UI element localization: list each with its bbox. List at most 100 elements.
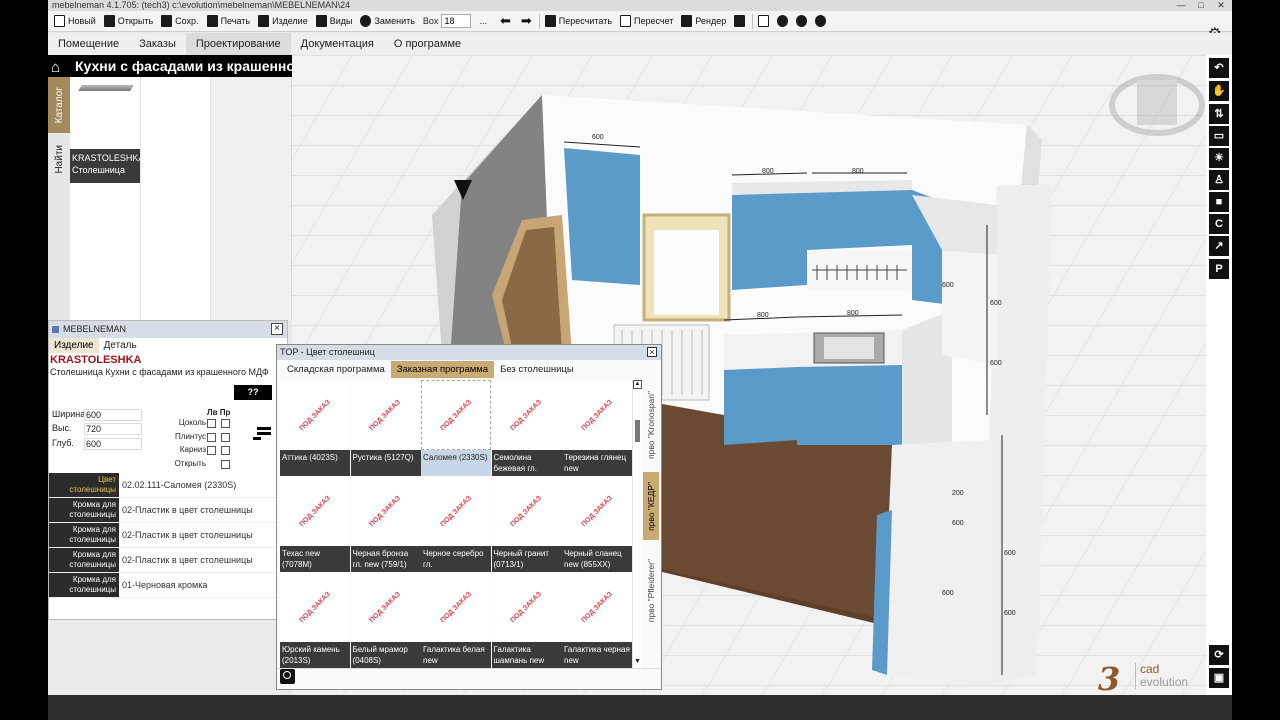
menu-bar: Помещение Заказы Проектирование Документ… xyxy=(48,33,1232,55)
open-checkbox[interactable] xyxy=(221,460,230,469)
property-row[interactable]: Кромка для столешницы 02-Пластик в цвет … xyxy=(49,548,287,573)
save-button[interactable]: Сохр. xyxy=(158,12,203,31)
skirting-right-checkbox[interactable] xyxy=(221,433,230,442)
search-icon[interactable] xyxy=(280,669,295,684)
undo-icon[interactable]: ↶ xyxy=(1209,58,1229,78)
open-button[interactable]: Открыть xyxy=(101,12,158,31)
color-tile[interactable]: ПОД ЗАКАЗ Галактика черная new xyxy=(562,572,632,668)
tab-custom-program[interactable]: Заказная программа xyxy=(390,361,495,378)
scroll-down-icon[interactable]: ▼ xyxy=(634,658,641,665)
more-button[interactable]: ... xyxy=(471,16,495,26)
catalog-item[interactable]: KRASTOLESHKA Столешница xyxy=(70,77,144,183)
recalc-button[interactable]: Пересчитать xyxy=(542,12,617,31)
zoom-fit-button[interactable] xyxy=(755,12,774,31)
home-icon[interactable]: ⌂ xyxy=(51,57,60,77)
color-tile[interactable]: ПОД ЗАКАЗ Аттика (4023S) xyxy=(280,380,350,476)
camera-button[interactable] xyxy=(731,12,750,31)
color-tile[interactable]: ПОД ЗАКАЗ Черная бронза гл. new (759/1) xyxy=(350,476,421,572)
tab-product[interactable]: Изделие xyxy=(49,338,99,353)
tab-no-countertop[interactable]: Без столешницы xyxy=(494,361,580,378)
recount-button[interactable]: Пересчет xyxy=(617,12,678,31)
cornice-right-checkbox[interactable] xyxy=(221,446,230,455)
tab-kronospan[interactable]: прво "Kronospan" xyxy=(643,380,659,470)
catalog-title: Кухни с фасадами из крашенного МДФ xyxy=(75,58,292,74)
cycle-icon[interactable]: ⟳ xyxy=(1209,645,1229,665)
panel-title-bar: MEBELNEMAN × xyxy=(49,321,287,338)
rotate-icon[interactable]: C xyxy=(1209,214,1229,234)
color-swatch: ПОД ЗАКАЗ xyxy=(492,572,562,642)
grid-scrollbar[interactable]: ▲ ▼ xyxy=(632,380,642,668)
menu-room[interactable]: Помещение xyxy=(48,33,129,55)
tab-catalog[interactable]: Каталог xyxy=(48,77,70,133)
color-tile[interactable]: ПОД ЗАКАЗ Галактика шампань new xyxy=(491,572,562,668)
close-button[interactable]: ✕ xyxy=(1214,0,1228,11)
forward-arrow-icon[interactable]: ➡ xyxy=(516,13,537,29)
skirting-left-checkbox[interactable] xyxy=(207,433,216,442)
hand-icon[interactable]: ✋ xyxy=(1209,81,1229,101)
tab-kedr[interactable]: прво "КЕДР" xyxy=(643,472,659,540)
color-tile[interactable]: ПОД ЗАКАЗ Рустика (5127Q) xyxy=(350,380,421,476)
color-tile[interactable]: ПОД ЗАКАЗ Галактика белая new xyxy=(421,572,491,668)
color-tile[interactable]: ПОД ЗАКАЗ Семолина бежевая гл. xyxy=(491,380,562,476)
tab-detail[interactable]: Деталь xyxy=(99,338,142,353)
ruler-icon[interactable]: ▭ xyxy=(1209,126,1229,146)
camera-icon xyxy=(734,15,746,27)
product-button[interactable]: Изделие xyxy=(255,12,313,31)
new-button[interactable]: Новый xyxy=(51,12,101,31)
menu-design[interactable]: Проектирование xyxy=(185,33,291,55)
color-tile[interactable]: ПОД ЗАКАЗ Черный сланец new (855XX) xyxy=(562,476,632,572)
property-row[interactable]: Цвет столешницы 02.02.111-Саломея (2330S… xyxy=(49,473,287,498)
print-button[interactable]: Печать xyxy=(204,12,255,31)
maximize-button[interactable]: □ xyxy=(1194,0,1208,11)
color-tile[interactable]: ПОД ЗАКАЗ Юрский камень (2013S) xyxy=(280,572,350,668)
cornice-left-checkbox[interactable] xyxy=(207,446,216,455)
help-button[interactable]: ?? xyxy=(234,385,272,400)
menu-about[interactable]: О программе xyxy=(384,33,471,55)
color-tile[interactable]: ПОД ЗАКАЗ Черный гранит (0713/1) xyxy=(491,476,562,572)
scroll-thumb[interactable] xyxy=(635,420,640,442)
color-tile[interactable]: ПОД ЗАКАЗ Черное серебро гл. xyxy=(421,476,491,572)
replace-button[interactable]: Заменить xyxy=(357,12,419,31)
tab-stock-program[interactable]: Складская программа xyxy=(281,361,391,378)
parking-icon[interactable]: P xyxy=(1209,259,1229,279)
light-icon[interactable]: ☀ xyxy=(1209,148,1229,168)
render-button[interactable]: Рендер xyxy=(678,12,731,31)
plinth-right-checkbox[interactable] xyxy=(221,419,230,428)
minimize-button[interactable]: — xyxy=(1174,0,1188,11)
scroll-up-icon[interactable]: ▲ xyxy=(633,380,642,389)
export-icon[interactable]: ↗ xyxy=(1209,236,1229,256)
close-icon[interactable]: × xyxy=(647,347,657,357)
property-row[interactable]: Кромка для столешницы 01-Черновая кромка xyxy=(49,573,287,598)
swatch-placeholder-text: ПОД ЗАКАЗ xyxy=(509,494,544,528)
color-swatch: ПОД ЗАКАЗ xyxy=(562,380,632,450)
printer-icon xyxy=(206,15,218,27)
screen-icon[interactable]: ▣ xyxy=(1209,668,1229,688)
person-icon[interactable]: ♙ xyxy=(1209,170,1229,190)
menu-documentation[interactable]: Документация xyxy=(291,33,384,55)
base-cabinet xyxy=(797,365,902,445)
width-input[interactable]: 600 xyxy=(84,409,142,421)
height-input[interactable]: 720 xyxy=(84,423,142,435)
zoom-button[interactable] xyxy=(774,12,793,31)
back-arrow-icon[interactable]: ⬅ xyxy=(495,13,516,29)
box-input[interactable] xyxy=(441,14,472,28)
zoom-in-button[interactable] xyxy=(793,12,812,31)
color-tile[interactable]: ПОД ЗАКАЗ Саломея (2330S) xyxy=(421,380,491,476)
depth-input[interactable]: 600 xyxy=(84,438,142,450)
zoom-out-button[interactable] xyxy=(812,12,831,31)
tab-pfleiderer[interactable]: прво "Pfleiderer" xyxy=(643,546,659,636)
camera-icon[interactable]: ■ xyxy=(1209,192,1229,212)
close-icon[interactable]: × xyxy=(271,323,283,335)
color-tile[interactable]: ПОД ЗАКАЗ Терезина глянец new xyxy=(562,380,632,476)
swatch-placeholder-text: ПОД ЗАКАЗ xyxy=(580,590,614,624)
property-row[interactable]: Кромка для столешницы 02-Пластик в цвет … xyxy=(49,523,287,548)
tab-find[interactable]: Найти xyxy=(48,135,70,183)
side-counter xyxy=(882,440,992,685)
views-button[interactable]: Виды xyxy=(313,12,358,31)
plinth-left-checkbox[interactable] xyxy=(207,419,216,428)
color-tile[interactable]: ПОД ЗАКАЗ Техас new (7078M) xyxy=(280,476,350,572)
menu-orders[interactable]: Заказы xyxy=(129,33,186,55)
property-row[interactable]: Кромка для столешницы 02-Пластик в цвет … xyxy=(49,498,287,523)
walk-icon[interactable]: ⇅ xyxy=(1209,104,1229,124)
color-tile[interactable]: ПОД ЗАКАЗ Белый мрамор (0408S) xyxy=(350,572,421,668)
